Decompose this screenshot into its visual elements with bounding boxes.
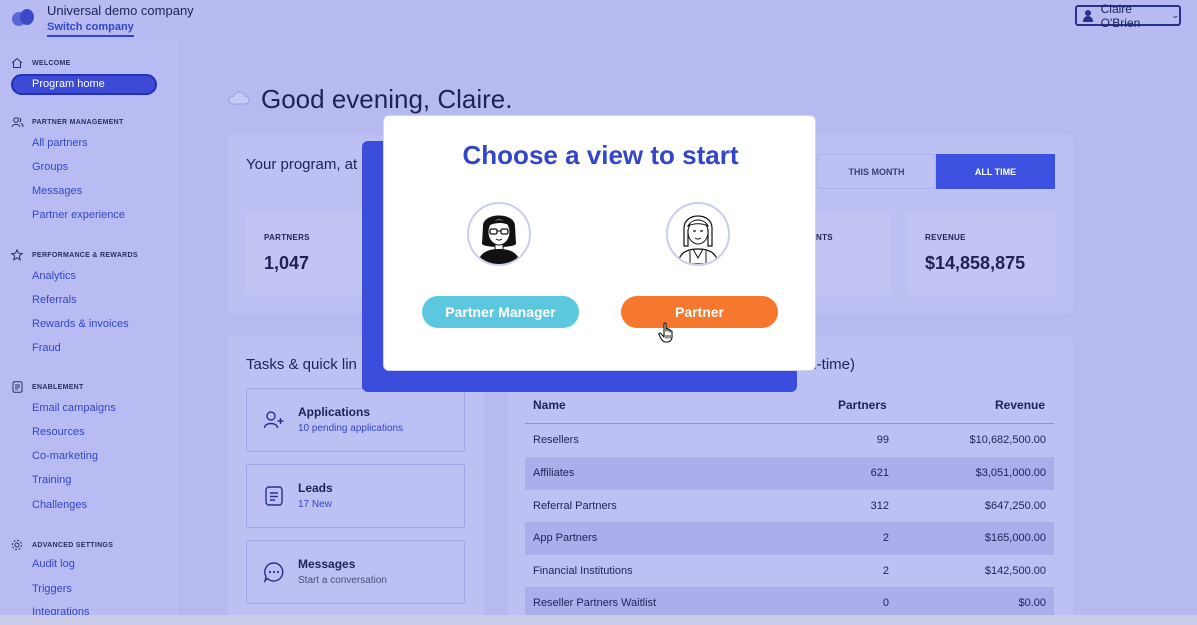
partner-manager-avatar (467, 202, 531, 266)
task-applications[interactable]: Applications 10 pending applications (246, 388, 465, 452)
table-row[interactable]: Affiliates 621 $3,051,000.00 (525, 457, 1054, 490)
user-icon (1082, 9, 1093, 22)
sidebar-item-challenges[interactable]: Challenges (32, 499, 87, 511)
sidebar-item-co-marketing[interactable]: Co-marketing (32, 450, 98, 462)
partner-avatar (666, 202, 730, 266)
sidebar-section-performance: PERFORMANCE & REWARDS (10, 248, 138, 262)
sidebar-item-referrals[interactable]: Referrals (32, 294, 77, 306)
sidebar-item-messages[interactable]: Messages (32, 185, 82, 197)
task-leads[interactable]: Leads 17 New (246, 464, 465, 528)
task-subtitle: Start a conversation (298, 575, 387, 586)
bottom-edge (0, 615, 1197, 625)
sidebar-item-program-home[interactable]: Program home (11, 74, 157, 95)
stat-clients-label: NTS (816, 233, 833, 242)
star-icon (10, 248, 24, 262)
table-row[interactable]: Referral Partners 312 $647,250.00 (525, 490, 1054, 523)
chat-icon (263, 561, 285, 584)
cell-partners: 621 (870, 467, 889, 479)
sidebar-item-groups[interactable]: Groups (32, 161, 68, 173)
cell-partners: 99 (876, 434, 889, 446)
cell-name: Reseller Partners Waitlist (533, 597, 657, 609)
choose-view-modal: Choose a view to start Partner Manager P… (383, 115, 816, 371)
cell-name: Referral Partners (533, 500, 617, 512)
sidebar-section-welcome: WELCOME (10, 56, 71, 70)
table-row[interactable]: App Partners 2 $165,000.00 (525, 522, 1054, 555)
tasks-title: Tasks & quick lin (246, 356, 357, 373)
tab-all-time[interactable]: ALL TIME (936, 154, 1055, 189)
table-title: ll-time) (810, 356, 855, 373)
sidebar-item-all-partners[interactable]: All partners (32, 137, 88, 149)
cell-revenue: $647,250.00 (984, 500, 1046, 512)
cell-partners: 312 (870, 500, 889, 512)
sidebar-item-email-campaigns[interactable]: Email campaigns (32, 402, 116, 414)
user-name: Claire O'Brien (1100, 1, 1141, 30)
top-bar: Universal demo company Switch company Cl… (0, 0, 1197, 40)
hand-cursor-icon (658, 322, 678, 344)
cell-revenue: $10,682,500.00 (969, 434, 1046, 446)
stat-partners-value: 1,047 (264, 253, 310, 273)
sidebar-item-audit-log[interactable]: Audit log (32, 558, 75, 570)
sidebar-section-advanced-settings: ADVANCED SETTINGS (10, 538, 113, 552)
partner-button[interactable]: Partner (621, 296, 778, 328)
stat-revenue-value: $14,858,875 (925, 253, 1026, 273)
greeting-heading: Good evening, Claire. (261, 84, 513, 114)
stat-revenue-label: REVENUE (925, 233, 966, 242)
stat-partners-label: PARTNERS (264, 233, 310, 242)
task-messages[interactable]: Messages Start a conversation (246, 540, 465, 604)
sidebar-section-enablement: ENABLEMENT (10, 380, 84, 394)
table-row[interactable]: Financial Institutions 2 $142,500.00 (525, 555, 1054, 588)
task-subtitle: 17 New (298, 499, 332, 510)
cell-partners: 2 (882, 532, 889, 544)
home-icon (10, 56, 24, 70)
table-row[interactable]: Resellers 99 $10,682,500.00 (525, 424, 1054, 457)
document-icon (263, 485, 285, 507)
document-icon (10, 380, 24, 394)
switch-company-link[interactable]: Switch company (47, 21, 134, 37)
task-title: Applications (298, 405, 371, 419)
sidebar-item-triggers[interactable]: Triggers (32, 583, 72, 595)
partner-manager-button[interactable]: Partner Manager (422, 296, 579, 328)
sidebar-item-analytics[interactable]: Analytics (32, 270, 76, 282)
cell-name: Financial Institutions (533, 565, 633, 577)
column-header-name[interactable]: Name (533, 398, 566, 412)
sidebar-item-training[interactable]: Training (32, 474, 71, 486)
user-menu-button[interactable]: Claire O'Brien ⌄ (1075, 2, 1181, 30)
sidebar-item-resources[interactable]: Resources (32, 426, 85, 438)
cell-revenue: $0.00 (1018, 597, 1046, 609)
cell-revenue: $142,500.00 (984, 565, 1046, 577)
column-header-revenue[interactable]: Revenue (995, 398, 1045, 412)
cell-revenue: $165,000.00 (984, 532, 1046, 544)
sidebar-item-fraud[interactable]: Fraud (32, 342, 61, 354)
gear-icon (10, 538, 24, 552)
column-header-partners[interactable]: Partners (838, 398, 887, 412)
cell-name: App Partners (533, 532, 598, 544)
task-title: Leads (298, 481, 333, 495)
cloud-icon (227, 91, 251, 105)
cell-partners: 0 (882, 597, 889, 609)
program-title: Your program, at (246, 156, 358, 173)
company-name: Universal demo company (47, 3, 194, 18)
sidebar-item-partner-experience[interactable]: Partner experience (32, 209, 125, 221)
task-title: Messages (298, 557, 356, 571)
task-subtitle: 10 pending applications (298, 423, 404, 434)
chevron-down-icon: ⌄ (1171, 10, 1179, 20)
tab-this-month[interactable]: THIS MONTH (817, 154, 936, 189)
cell-partners: 2 (882, 565, 889, 577)
cell-name: Resellers (533, 434, 579, 446)
users-icon (10, 115, 24, 129)
add-user-icon (263, 409, 285, 431)
modal-title: Choose a view to start (462, 140, 739, 170)
sidebar-item-rewards-invoices[interactable]: Rewards & invoices (32, 318, 129, 330)
cell-name: Affiliates (533, 467, 575, 479)
company-logo (12, 8, 36, 28)
sidebar-section-partner-management: PARTNER MANAGEMENT (10, 115, 124, 129)
cell-revenue: $3,051,000.00 (975, 467, 1046, 479)
